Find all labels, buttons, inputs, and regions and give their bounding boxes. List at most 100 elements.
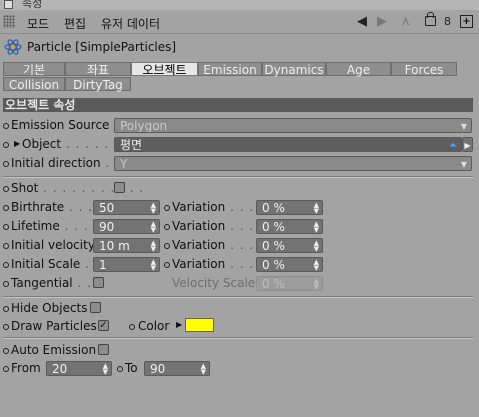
menu-mode[interactable]: 모드 (27, 15, 49, 32)
animate-dot-icon[interactable] (117, 366, 123, 372)
animate-dot-icon[interactable] (3, 205, 9, 211)
spinner-arrows-icon: ▲ ▼ (313, 277, 319, 291)
initial-direction-label: Initial direction . . (11, 156, 120, 170)
animate-dot-icon[interactable] (3, 281, 9, 287)
to-input[interactable]: 90 ▲ ▼ (144, 361, 210, 376)
color-swatch[interactable] (185, 318, 214, 332)
spinner-arrows-icon[interactable]: ▲ ▼ (314, 240, 319, 253)
plane-object-icon: ⏶ (449, 140, 457, 151)
initial-velocity-variation-input[interactable]: 0 % ▲ ▼ (256, 238, 323, 253)
initial-scale-label: Initial Scale . (11, 257, 90, 271)
spinner-arrows-icon[interactable]: ▲ ▼ (151, 240, 156, 253)
initial-direction-value: Y (120, 157, 128, 171)
emission-source-dropdown[interactable]: Polygon ▼ (114, 118, 472, 133)
birthrate-input[interactable]: 50 ▲ ▼ (93, 200, 160, 215)
initial-scale-input[interactable]: 1 ▲ ▼ (93, 257, 160, 272)
spinner-arrows-icon[interactable]: ▲ ▼ (314, 221, 319, 234)
tab-dynamics[interactable]: Dynamics (262, 62, 326, 77)
initial-velocity-input[interactable]: 10 m ▲ ▼ (93, 238, 160, 253)
spinner-arrows-icon[interactable]: ▲ ▼ (151, 202, 156, 215)
expand-triangle-icon[interactable]: ▶ (176, 320, 182, 329)
animate-dot-icon[interactable] (3, 186, 9, 192)
expand-triangle-icon[interactable]: ▶ (14, 139, 20, 148)
emission-source-label: Emission Source (11, 118, 110, 132)
object-name: Particle [SimpleParticles] (27, 40, 177, 54)
birthrate-variation-input[interactable]: 0 % ▲ ▼ (256, 200, 323, 215)
from-label: From (11, 361, 41, 375)
draw-particles-checkbox[interactable]: ✓ (98, 320, 109, 331)
animate-dot-icon[interactable] (129, 324, 135, 330)
animate-dot-icon[interactable] (164, 243, 170, 249)
color-label: Color (138, 319, 170, 333)
object-link-value: 평면 (120, 138, 143, 152)
initial-direction-dropdown[interactable]: Y ▼ (114, 156, 472, 171)
hide-objects-checkbox[interactable] (90, 302, 101, 313)
auto-emission-checkbox[interactable] (98, 344, 109, 355)
link-icon[interactable]: 8 (444, 14, 451, 30)
lifetime-variation-input[interactable]: 0 % ▲ ▼ (256, 219, 323, 234)
spinner-arrows-icon[interactable]: ▲ ▼ (151, 259, 156, 272)
animate-dot-icon[interactable] (164, 224, 170, 230)
grip-handle-icon[interactable] (3, 15, 15, 28)
animate-dot-icon[interactable] (3, 324, 9, 330)
animate-dot-icon[interactable] (3, 306, 9, 312)
spinner-arrows-icon[interactable]: ▲ ▼ (151, 221, 156, 234)
window-title: 속성 (22, 0, 43, 10)
emission-source-value: Polygon (120, 119, 168, 133)
animate-dot-icon[interactable] (3, 161, 9, 167)
spinner-arrows-icon[interactable]: ▲ ▼ (314, 202, 319, 215)
menu-edit[interactable]: 편집 (64, 15, 86, 32)
tab-basic[interactable]: 기본 (3, 62, 65, 77)
object-link-field[interactable]: 평면 ⏶ (114, 137, 462, 152)
animate-dot-icon[interactable] (164, 262, 170, 268)
auto-emission-label: Auto Emission (11, 343, 97, 357)
object-label: Object . . . . . . . (22, 137, 129, 151)
to-label: To (125, 361, 138, 375)
back-arrow-icon[interactable]: ◀ (357, 14, 367, 30)
menu-bar: 모드 편집 유저 데이터 ◀ ▶ ⋏ 8 + (0, 11, 479, 34)
lock-icon[interactable] (425, 12, 436, 26)
tab-collision[interactable]: Collision (3, 77, 65, 92)
animate-dot-icon[interactable] (3, 243, 9, 249)
object-link-menu-button[interactable]: ▶ (462, 137, 473, 152)
animate-dot-icon[interactable] (3, 262, 9, 268)
lifetime-input[interactable]: 90 ▲ ▼ (93, 219, 160, 234)
tangential-checkbox[interactable] (93, 277, 104, 288)
tab-age[interactable]: Age (326, 62, 391, 77)
forward-arrow-icon[interactable]: ▶ (377, 14, 387, 30)
window-toggle-box[interactable] (4, 0, 13, 9)
tangential-label: Tangential . . (11, 276, 92, 290)
up-arrow-icon[interactable]: ⋏ (401, 14, 411, 30)
animate-dot-icon[interactable] (3, 348, 9, 354)
animate-dot-icon[interactable] (3, 142, 9, 148)
velocity-scale-input[interactable]: 0 % ▲ ▼ (256, 276, 323, 291)
chevron-down-icon: ▼ (460, 122, 467, 131)
divider (3, 176, 473, 178)
velocity-scale-label: Velocity Scale (172, 276, 256, 290)
section-header: 오브젝트 속성 (3, 98, 473, 112)
chevron-down-icon: ▼ (460, 160, 467, 169)
particle-atom-icon (4, 39, 22, 55)
animate-dot-icon[interactable] (3, 224, 9, 230)
from-input[interactable]: 20 ▲ ▼ (46, 361, 112, 376)
window-title-bar: 속성 (0, 0, 479, 10)
divider (3, 296, 473, 298)
animate-dot-icon[interactable] (3, 366, 9, 372)
tab-dirtytag[interactable]: DirtyTag (65, 77, 131, 92)
initial-velocity-label: Initial velocity (11, 238, 95, 252)
tab-coordinates[interactable]: 좌표 (65, 62, 131, 77)
animate-dot-icon[interactable] (3, 123, 9, 129)
tab-emission[interactable]: Emission (198, 62, 262, 77)
animate-dot-icon[interactable] (164, 205, 170, 211)
initial-scale-variation-input[interactable]: 0 % ▲ ▼ (256, 257, 323, 272)
spinner-arrows-icon[interactable]: ▲ ▼ (201, 363, 206, 376)
tab-object[interactable]: 오브젝트 (131, 62, 198, 77)
shot-checkbox[interactable] (114, 182, 125, 193)
tab-forces[interactable]: Forces (391, 62, 457, 77)
new-panel-icon[interactable]: + (460, 15, 473, 28)
divider (3, 337, 473, 339)
spinner-arrows-icon[interactable]: ▲ ▼ (103, 363, 108, 376)
menu-user-data[interactable]: 유저 데이터 (101, 15, 160, 32)
spinner-arrows-icon[interactable]: ▲ ▼ (314, 259, 319, 272)
object-header: Particle [SimpleParticles] (0, 35, 479, 59)
